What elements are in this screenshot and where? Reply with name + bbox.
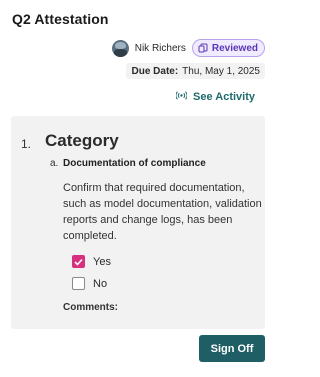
- see-activity-link[interactable]: See Activity: [175, 91, 255, 103]
- status-badge-label: Reviewed: [211, 42, 258, 54]
- owner-name: Nik Richers: [134, 42, 186, 54]
- page-title: Q2 Attestation: [12, 11, 109, 27]
- sign-off-button[interactable]: Sign Off: [199, 335, 265, 362]
- no-checkbox[interactable]: [72, 277, 85, 290]
- owner-status-row: Nik Richers Reviewed: [111, 39, 265, 57]
- due-date: Due Date: Thu, May 1, 2025: [126, 63, 265, 79]
- section-number: 1.: [21, 137, 32, 151]
- section-title: Category: [45, 131, 119, 150]
- option-no[interactable]: No: [72, 277, 107, 290]
- broadcast-signal-icon: [175, 91, 188, 103]
- question-description: Confirm that required documentation, suc…: [63, 182, 262, 242]
- option-no-label: No: [93, 277, 108, 290]
- see-activity-label: See Activity: [193, 91, 255, 103]
- due-date-label: Due Date:: [131, 65, 179, 77]
- avatar: [111, 39, 129, 57]
- question-letter: a.: [50, 158, 59, 169]
- option-yes-label: Yes: [93, 255, 111, 268]
- due-date-value: Thu, May 1, 2025: [182, 65, 260, 77]
- document-copy-icon: [198, 43, 208, 53]
- comments-label: Comments:: [63, 302, 119, 313]
- status-badge: Reviewed: [191, 39, 265, 57]
- question-title: Documentation of compliance: [63, 158, 206, 169]
- option-yes[interactable]: Yes: [72, 255, 111, 268]
- yes-checkbox[interactable]: [72, 255, 85, 268]
